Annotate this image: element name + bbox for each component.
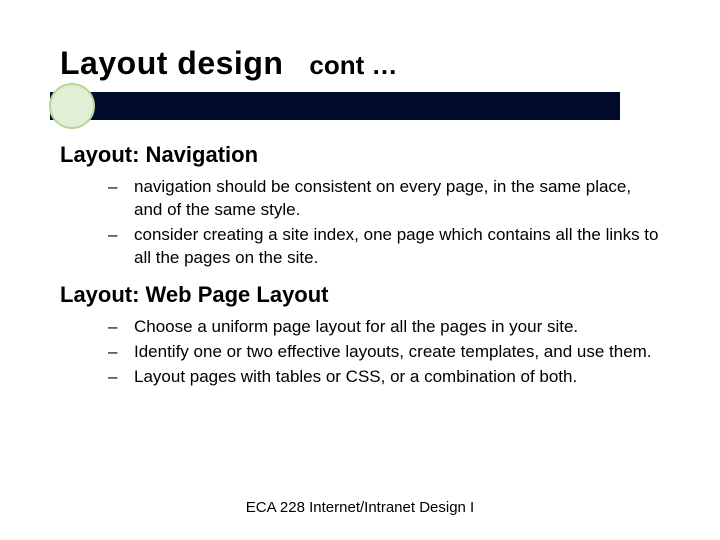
section-heading: Layout: Navigation (60, 142, 660, 168)
bar-dark (50, 92, 620, 120)
bullet-list: navigation should be consistent on every… (60, 176, 660, 270)
list-item: Choose a uniform page layout for all the… (120, 316, 660, 339)
decorative-bar (50, 92, 670, 120)
footer-text: ECA 228 Internet/Intranet Design I (0, 499, 720, 516)
bullet-list: Choose a uniform page layout for all the… (60, 316, 660, 389)
slide-title: Layout design (60, 45, 283, 82)
bar-circle-icon (49, 83, 95, 129)
slide: Layout design cont … Layout: Navigation … (0, 0, 720, 540)
title-row: Layout design cont … (60, 45, 660, 82)
slide-subtitle: cont … (309, 50, 397, 81)
section-heading: Layout: Web Page Layout (60, 282, 660, 308)
list-item: Layout pages with tables or CSS, or a co… (120, 366, 660, 389)
list-item: consider creating a site index, one page… (120, 224, 660, 270)
list-item: navigation should be consistent on every… (120, 176, 660, 222)
list-item: Identify one or two effective layouts, c… (120, 341, 660, 364)
